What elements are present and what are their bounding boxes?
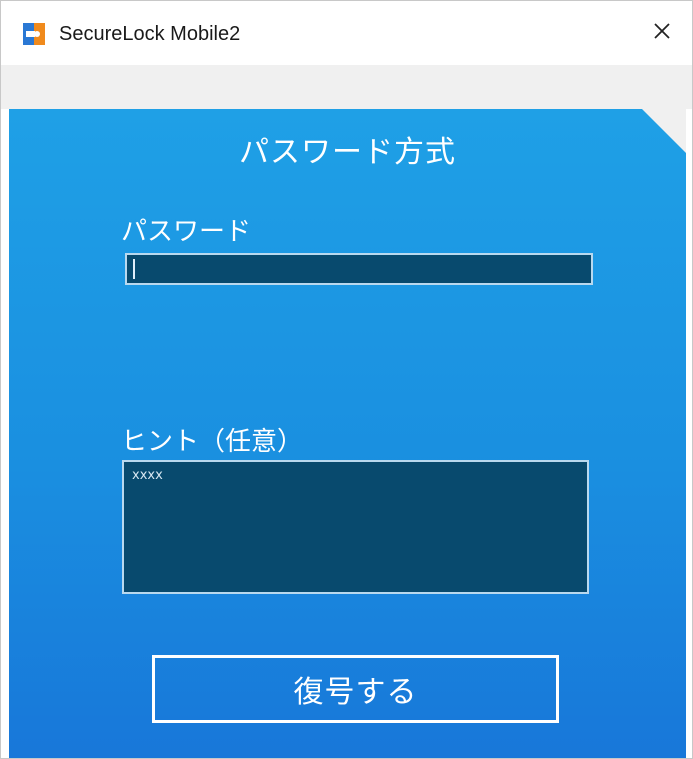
window-title: SecureLock Mobile2 (59, 23, 241, 45)
app-window: SecureLock Mobile2 パスワード方式 パスワード ヒント（任意）… (0, 0, 693, 759)
decrypt-button[interactable]: 復号する (152, 655, 559, 723)
text-caret (133, 259, 135, 279)
securelock-app-icon (23, 23, 45, 45)
header-strip (1, 65, 692, 109)
hint-input[interactable]: xxxx (122, 460, 589, 594)
password-label: パスワード (121, 217, 252, 247)
panel-title: パスワード方式 (239, 135, 456, 170)
title-bar: SecureLock Mobile2 (1, 1, 692, 65)
close-button[interactable] (640, 11, 684, 55)
close-icon (652, 21, 672, 45)
hint-label: ヒント（任意） (121, 427, 304, 457)
password-input[interactable] (125, 253, 593, 285)
password-panel: パスワード方式 パスワード ヒント（任意） xxxx 復号する (9, 109, 686, 758)
